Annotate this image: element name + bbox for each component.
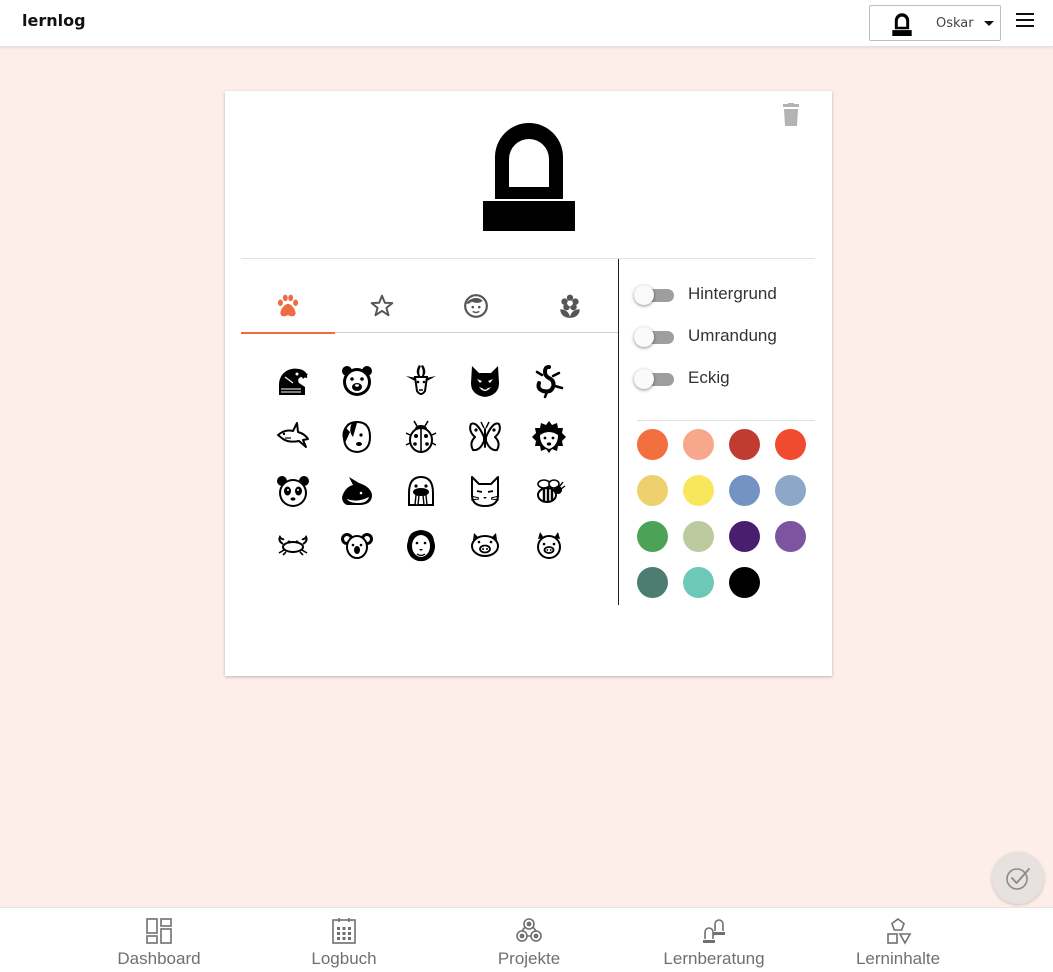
- crab-icon[interactable]: [273, 525, 313, 565]
- color-swatch[interactable]: [729, 429, 760, 460]
- user-avatar-icon: [892, 12, 912, 40]
- nav-label: Projekte: [497, 949, 561, 968]
- option-umrandung: Umrandung: [634, 326, 834, 350]
- user-menu[interactable]: Oskar: [869, 5, 1001, 41]
- umrandung-toggle[interactable]: [634, 327, 674, 347]
- color-swatch[interactable]: [683, 567, 714, 598]
- color-swatch[interactable]: [683, 475, 714, 506]
- nav-label: Logbuch: [311, 949, 377, 968]
- wolf-icon[interactable]: [465, 361, 505, 401]
- color-swatch[interactable]: [775, 475, 806, 506]
- bear-icon[interactable]: [337, 361, 377, 401]
- option-label: Hintergrund: [688, 284, 777, 303]
- eckig-toggle[interactable]: [634, 369, 674, 389]
- trash-icon: [783, 103, 799, 126]
- eagle-icon[interactable]: [273, 361, 313, 401]
- piglet-icon[interactable]: [529, 525, 569, 565]
- nav-label: Lernberatung: [663, 949, 765, 968]
- tab-plants[interactable]: [523, 279, 617, 333]
- dog-icon[interactable]: [337, 417, 377, 457]
- option-label: Umrandung: [688, 326, 777, 345]
- hintergrund-toggle[interactable]: [634, 285, 674, 305]
- brand-logo[interactable]: lernlog: [22, 11, 86, 30]
- nav-label: Lerninhalte: [855, 949, 941, 968]
- avatar-editor-card: Hintergrund Umrandung Eckig: [225, 91, 832, 676]
- hedgehog-icon[interactable]: [529, 417, 569, 457]
- delete-button[interactable]: [781, 103, 801, 127]
- bee-icon[interactable]: [529, 471, 569, 511]
- color-swatch[interactable]: [729, 567, 760, 598]
- color-swatch[interactable]: [637, 429, 668, 460]
- vertical-divider: [618, 259, 619, 605]
- user-name: Oskar: [936, 16, 974, 31]
- color-swatch[interactable]: [637, 475, 668, 506]
- nav-projekte[interactable]: Projekte: [454, 908, 604, 972]
- divider: [637, 420, 815, 421]
- color-swatch[interactable]: [729, 521, 760, 552]
- ladybug-icon[interactable]: [401, 417, 441, 457]
- pig-icon[interactable]: [465, 525, 505, 565]
- option-eckig: Eckig: [634, 368, 834, 392]
- shark-icon[interactable]: [273, 417, 313, 457]
- nav-lerninhalte[interactable]: Lerninhalte: [823, 908, 973, 972]
- tab-animals[interactable]: [241, 279, 335, 334]
- color-swatch[interactable]: [683, 429, 714, 460]
- color-swatch[interactable]: [775, 429, 806, 460]
- shapes-icon: [887, 918, 912, 945]
- chevron-down-icon: [984, 21, 994, 26]
- tab-stars[interactable]: [335, 279, 429, 333]
- color-swatch[interactable]: [729, 475, 760, 506]
- butterfly-icon[interactable]: [465, 417, 505, 457]
- color-swatch[interactable]: [637, 567, 668, 598]
- panda-icon[interactable]: [273, 471, 313, 511]
- lizard-icon[interactable]: [529, 361, 569, 401]
- lion-icon[interactable]: [401, 525, 441, 565]
- goat-icon[interactable]: [401, 361, 441, 401]
- flower-icon: [560, 294, 580, 318]
- face-icon: [464, 294, 488, 318]
- counseling-icon: [703, 919, 725, 943]
- nav-dashboard[interactable]: Dashboard: [84, 908, 234, 972]
- walrus-icon[interactable]: [401, 471, 441, 511]
- projects-icon: [516, 918, 542, 942]
- divider: [241, 258, 815, 259]
- cat-icon[interactable]: [465, 471, 505, 511]
- color-swatch[interactable]: [637, 521, 668, 552]
- check-circle-icon: [1006, 868, 1030, 890]
- calendar-icon: [332, 918, 356, 944]
- color-swatch[interactable]: [775, 521, 806, 552]
- star-icon: [370, 294, 394, 317]
- tombstone-avatar-icon: [483, 123, 575, 231]
- option-hintergrund: Hintergrund: [634, 284, 834, 308]
- hamburger-menu-icon[interactable]: [1016, 13, 1034, 27]
- nav-logbuch[interactable]: Logbuch: [269, 908, 419, 972]
- color-swatch[interactable]: [683, 521, 714, 552]
- whale-icon[interactable]: [337, 471, 377, 511]
- confirm-button[interactable]: [992, 852, 1044, 904]
- option-label: Eckig: [688, 368, 730, 387]
- nav-label: Dashboard: [117, 949, 201, 968]
- nav-lernberatung[interactable]: Lernberatung: [639, 908, 789, 972]
- dashboard-icon: [146, 918, 172, 944]
- koala-icon[interactable]: [337, 525, 377, 565]
- bottom-navigation: Dashboard Logbuch Projekte Lernberatung …: [0, 907, 1053, 972]
- category-tabs: [241, 279, 618, 334]
- avatar-preview: [483, 117, 575, 231]
- paw-icon: [277, 294, 299, 317]
- top-bar: lernlog Oskar: [0, 0, 1053, 47]
- tab-faces[interactable]: [429, 279, 523, 333]
